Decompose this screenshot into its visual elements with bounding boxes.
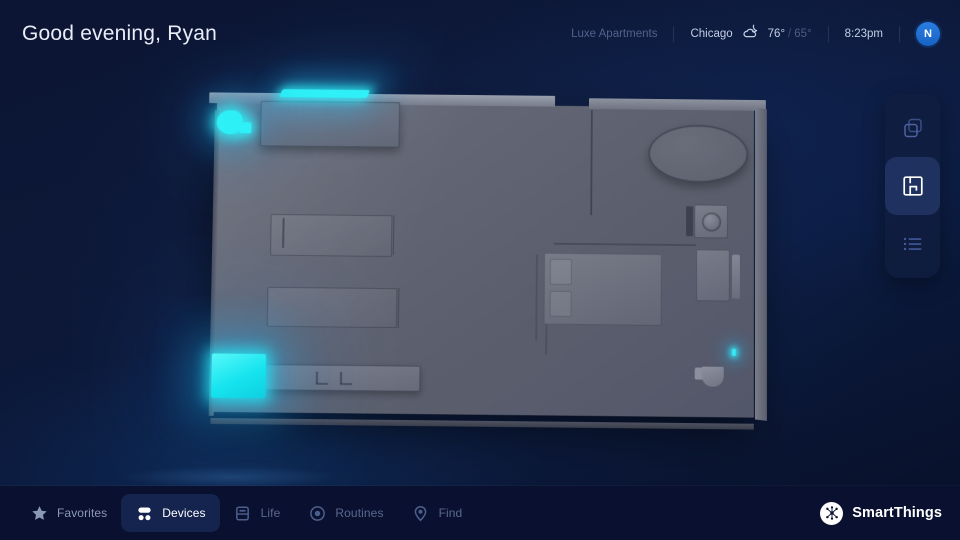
weather-city: Chicago	[690, 28, 733, 40]
star-icon	[30, 504, 48, 522]
clock: 8:23pm	[844, 28, 883, 40]
smartthings-app: Good evening, Ryan Luxe Apartments Chica…	[0, 0, 960, 540]
divider	[899, 26, 900, 42]
brand-logo: SmartThings	[820, 501, 942, 525]
smartthings-hub-icon	[820, 501, 844, 525]
brand-name: SmartThings	[852, 505, 942, 521]
wall-right	[754, 107, 768, 422]
nav-label-life: Life	[260, 506, 281, 520]
temp-high: 76°	[767, 28, 786, 40]
page-title: Good evening, Ryan	[22, 22, 218, 45]
nav-label-devices: Devices	[162, 506, 206, 520]
find-pin-icon	[412, 504, 430, 522]
avatar-initial: N	[924, 28, 932, 40]
light-strip-device[interactable]	[279, 89, 371, 98]
app-header: Good evening, Ryan Luxe Apartments Chica…	[0, 0, 960, 68]
nav-label-find: Find	[438, 506, 463, 520]
layers-button[interactable]	[885, 99, 940, 157]
nav-label-favorites: Favorites	[57, 506, 108, 520]
floorplan-canvas[interactable]	[150, 70, 810, 470]
bottom-navigation: Favorites Devices Life Routines Find Sma…	[0, 486, 960, 540]
temperature-readout: 76° / 65°	[759, 28, 828, 40]
life-icon	[234, 504, 252, 522]
nav-item-devices[interactable]: Devices	[121, 494, 220, 532]
view-toolbar	[885, 94, 940, 278]
wall-bottom	[210, 417, 754, 430]
nav-item-life[interactable]: Life	[220, 494, 295, 532]
home-name[interactable]: Luxe Apartments	[571, 28, 673, 40]
nav-item-favorites[interactable]: Favorites	[16, 494, 121, 532]
layers-icon	[901, 116, 925, 140]
nav-label-routines: Routines	[335, 506, 384, 520]
washer-strip	[686, 206, 694, 237]
washer-door-icon	[702, 212, 722, 232]
nav-item-find[interactable]: Find	[398, 494, 477, 532]
temp-separator: /	[788, 28, 792, 40]
avatar[interactable]: N	[916, 22, 940, 46]
header-status-group: Luxe Apartments Chicago 76° / 65° 8:23pm…	[571, 17, 940, 51]
floorplan-model[interactable]	[192, 82, 768, 430]
devices-icon	[135, 504, 153, 522]
list-button[interactable]	[885, 215, 940, 273]
floorplan-button[interactable]	[885, 157, 940, 215]
routines-icon	[308, 504, 326, 522]
list-icon	[901, 232, 925, 256]
cloud-moon-icon	[742, 24, 759, 44]
nav-item-routines[interactable]: Routines	[294, 494, 397, 532]
temp-low: 65°	[794, 28, 812, 40]
floorplan-icon	[901, 174, 925, 198]
